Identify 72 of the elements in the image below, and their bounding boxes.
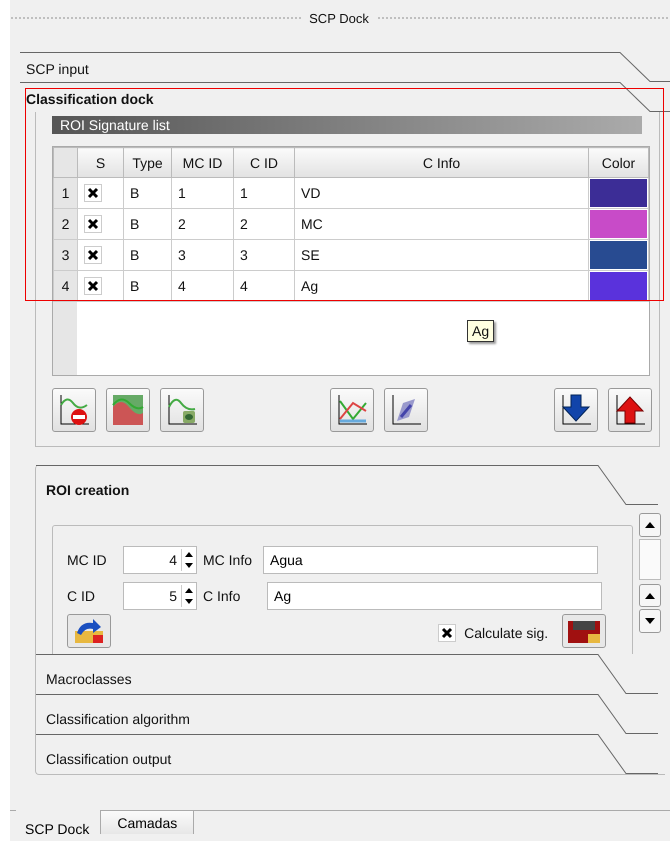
remove-signature-button[interactable] [52,388,96,432]
field-label: C ID [67,588,96,604]
merge-signatures-button[interactable] [106,388,150,432]
checkbox[interactable] [84,246,102,264]
color-swatch[interactable] [590,179,647,207]
arrow-down-icon [645,618,656,624]
row-number[interactable]: 1 [54,178,78,208]
table-cell: MC [294,208,588,240]
table-cell: B [124,178,172,208]
dock-title: SCP Dock [309,10,369,26]
input-field[interactable]: Ag [267,582,602,610]
checkbox[interactable] [84,215,102,234]
spin-box[interactable]: 4 [123,546,197,574]
field-label: MC Info [203,552,254,568]
checkbox[interactable] [84,277,102,296]
table-cell: 2 [234,208,294,240]
table-cell: B [124,270,172,302]
table-cell: VD [294,178,588,208]
color-swatch[interactable] [590,210,647,238]
column-header[interactable]: Type [124,148,172,178]
row-number[interactable]: 4 [54,270,78,302]
cross-icon [87,187,99,200]
save-button[interactable] [562,614,606,648]
spectral-plot-button[interactable] [330,388,374,432]
signature-leaf-button[interactable] [160,388,204,432]
color-swatch[interactable] [590,241,647,269]
row-number[interactable]: 2 [54,208,78,240]
input-field[interactable]: Agua [263,546,598,574]
section-header[interactable]: Classification algorithm [36,694,658,734]
column-header[interactable]: C Info [294,148,588,178]
table-cell: 3 [234,240,294,270]
tooltip: Ag [467,320,494,342]
spin-box[interactable]: 5 [123,582,197,610]
list-title-bar: ROI Signature list [52,116,642,134]
table-cell: 1 [234,178,294,208]
table-cell: 3 [172,240,234,270]
row-number[interactable]: 3 [54,240,78,270]
color-swatch[interactable] [590,272,647,300]
section-header[interactable]: ROI creation [36,465,658,505]
section-header[interactable]: Classification dock [20,82,670,112]
checkbox[interactable] [438,624,456,642]
cross-icon [87,249,99,262]
cross-icon [87,280,99,292]
field-label: MC ID [67,552,108,568]
export-button[interactable] [608,388,652,432]
checkbox[interactable] [84,184,102,202]
table-cell: Ag [294,270,588,302]
field-label: C Info [203,588,242,604]
column-header[interactable]: Color [588,148,648,178]
checkbox-label: Calculate sig. [464,625,548,641]
undo-button[interactable] [67,614,111,648]
column-header[interactable]: MC ID [172,148,234,178]
table-cell: SE [294,240,588,270]
arrow-up-icon [645,522,656,528]
import-button[interactable] [554,388,598,432]
table-cell: 4 [172,270,234,302]
table-cell: 2 [172,208,234,240]
scatter-plot-button[interactable] [384,388,428,432]
table-cell: B [124,240,172,270]
section-header[interactable]: Macroclasses [36,654,658,694]
cross-icon [87,218,99,230]
scrollbar[interactable] [639,513,661,633]
table-cell: B [124,208,172,240]
arrow-up-icon [645,592,656,599]
table-cell: 4 [234,270,294,302]
dock-tab[interactable]: Camadas [100,810,194,834]
column-header[interactable]: C ID [234,148,294,178]
table-cell: 1 [172,178,234,208]
section-header[interactable]: Classification output [36,734,658,774]
section-header[interactable]: SCP input [20,52,670,82]
column-header[interactable]: S [78,148,124,178]
cross-icon [441,627,454,639]
